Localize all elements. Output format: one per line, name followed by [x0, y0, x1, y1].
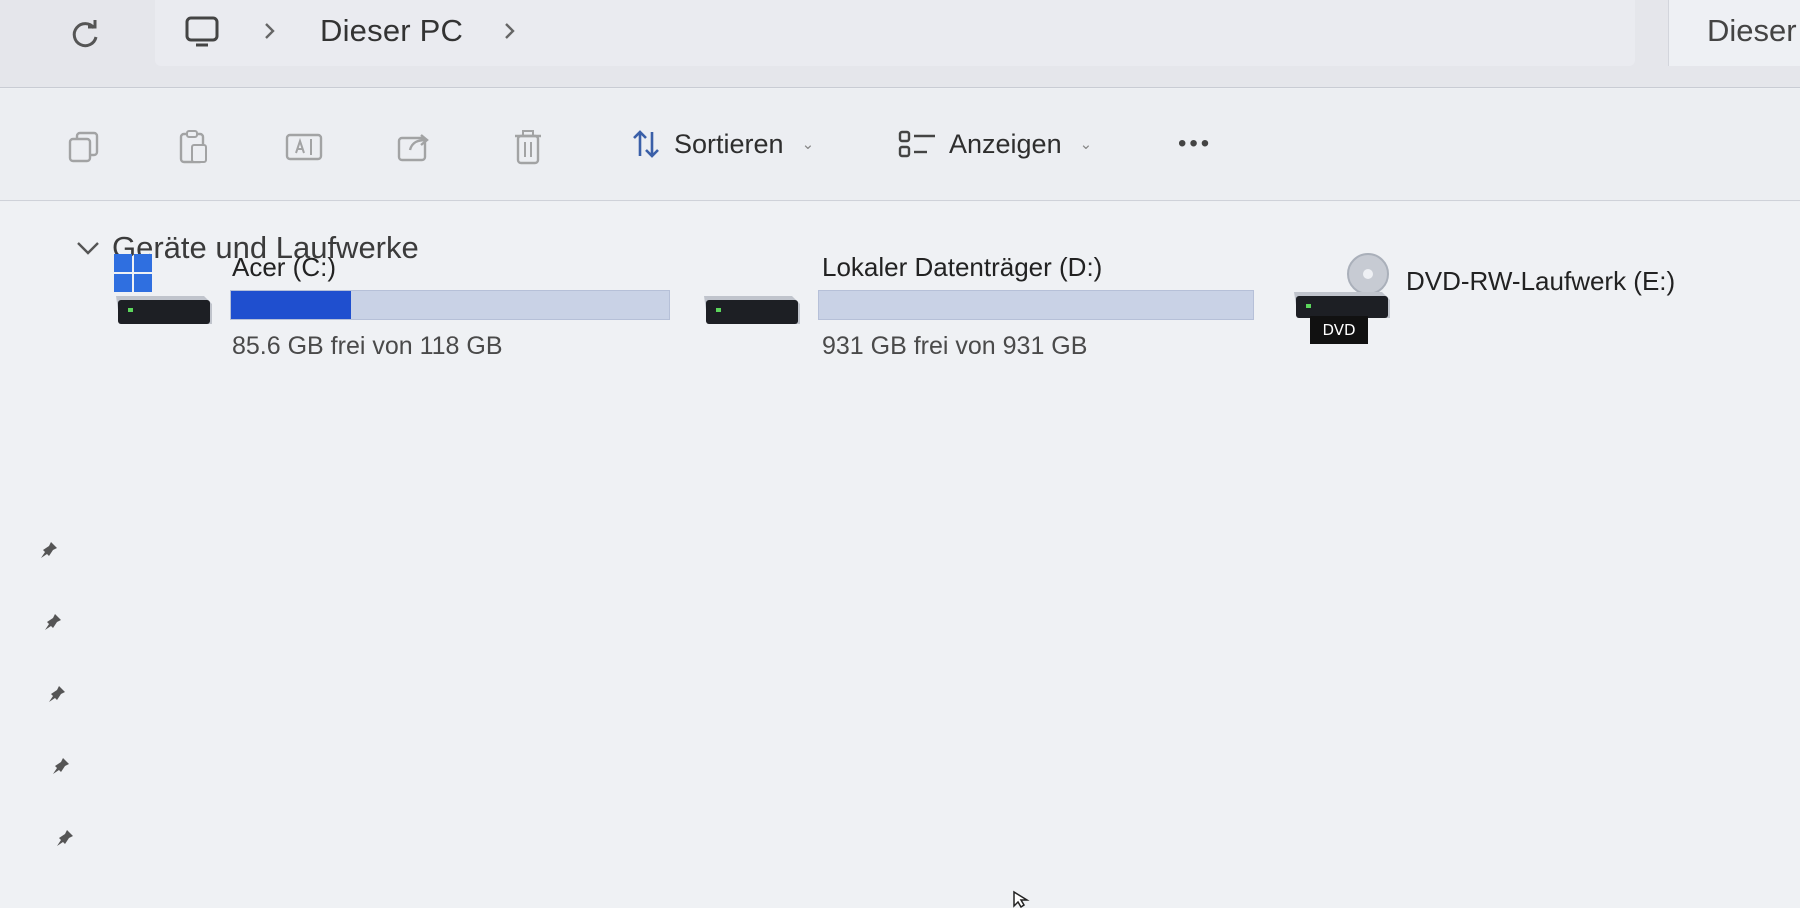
drive-usage-bar — [230, 290, 670, 320]
chevron-down-icon — [77, 242, 99, 255]
view-label: Anzeigen — [949, 128, 1062, 159]
rename-icon — [285, 133, 323, 161]
paste-icon — [179, 130, 207, 164]
drive-name: Acer (C:) — [232, 252, 336, 282]
share-button[interactable] — [392, 125, 436, 169]
dvd-badge: DVD — [1310, 316, 1368, 344]
search-box[interactable]: Dieser — [1668, 0, 1800, 66]
breadcrumb-chevron[interactable] — [258, 16, 282, 46]
share-icon — [397, 134, 429, 162]
copy-icon — [68, 131, 99, 163]
pin-icon[interactable] — [48, 753, 74, 779]
chevron-down-icon: ⌄ — [1079, 136, 1093, 153]
pin-icon[interactable] — [36, 537, 62, 563]
drive-c[interactable]: Acer (C:) 85.6 GB frei von 118 GB — [112, 252, 672, 362]
drive-free-space: 931 GB frei von 931 GB — [822, 332, 1088, 360]
rename-button[interactable] — [282, 125, 326, 169]
address-bar: Dieser PC Dieser — [0, 0, 1800, 88]
paste-button[interactable] — [172, 125, 216, 169]
drive-usage-fill — [231, 291, 352, 319]
view-layout-icon — [898, 130, 935, 158]
delete-icon — [515, 130, 541, 165]
pin-icon[interactable] — [52, 825, 78, 851]
sort-icon — [633, 130, 659, 158]
view-button[interactable]: Anzeigen ⌄ — [897, 119, 1092, 169]
command-bar: Sortieren ⌄ Anzeigen ⌄ ••• — [0, 89, 1800, 201]
delete-button[interactable] — [506, 125, 550, 169]
more-options-label: ••• — [1178, 130, 1213, 157]
breadcrumb-chevron[interactable] — [498, 16, 522, 46]
drive-e[interactable]: DVD DVD-RW-Laufwerk (E:) — [1290, 252, 1710, 362]
windows-drive-icon — [114, 254, 212, 324]
pin-icon[interactable] — [40, 609, 66, 635]
drive-d[interactable]: Lokaler Datenträger (D:) 931 GB frei von… — [700, 252, 1260, 362]
chevron-right-icon — [505, 23, 515, 39]
search-placeholder: Dieser — [1707, 13, 1797, 48]
chevron-right-icon — [265, 23, 275, 39]
more-options-button[interactable]: ••• — [1178, 119, 1212, 169]
pin-icon[interactable] — [44, 681, 70, 707]
copy-button[interactable] — [62, 125, 106, 169]
sort-button[interactable]: Sortieren ⌄ — [630, 119, 814, 169]
mouse-cursor-icon — [1013, 890, 1030, 908]
this-pc-button[interactable] — [180, 12, 224, 52]
monitor-icon — [185, 16, 219, 47]
drive-free-space: 85.6 GB frei von 118 GB — [232, 332, 503, 360]
hard-drive-icon — [704, 296, 800, 324]
drive-usage-bar — [818, 290, 1254, 320]
refresh-button[interactable] — [60, 10, 110, 60]
chevron-down-icon: ⌄ — [801, 136, 815, 153]
breadcrumb-item-this-pc[interactable]: Dieser PC — [320, 13, 463, 49]
drive-name: DVD-RW-Laufwerk (E:) — [1406, 266, 1676, 296]
file-list-pane: Geräte und Laufwerke Acer (C:) 85.6 GB f… — [0, 202, 1800, 908]
drive-name: Lokaler Datenträger (D:) — [822, 252, 1103, 282]
refresh-icon — [72, 20, 98, 48]
sort-label: Sortieren — [674, 128, 784, 159]
